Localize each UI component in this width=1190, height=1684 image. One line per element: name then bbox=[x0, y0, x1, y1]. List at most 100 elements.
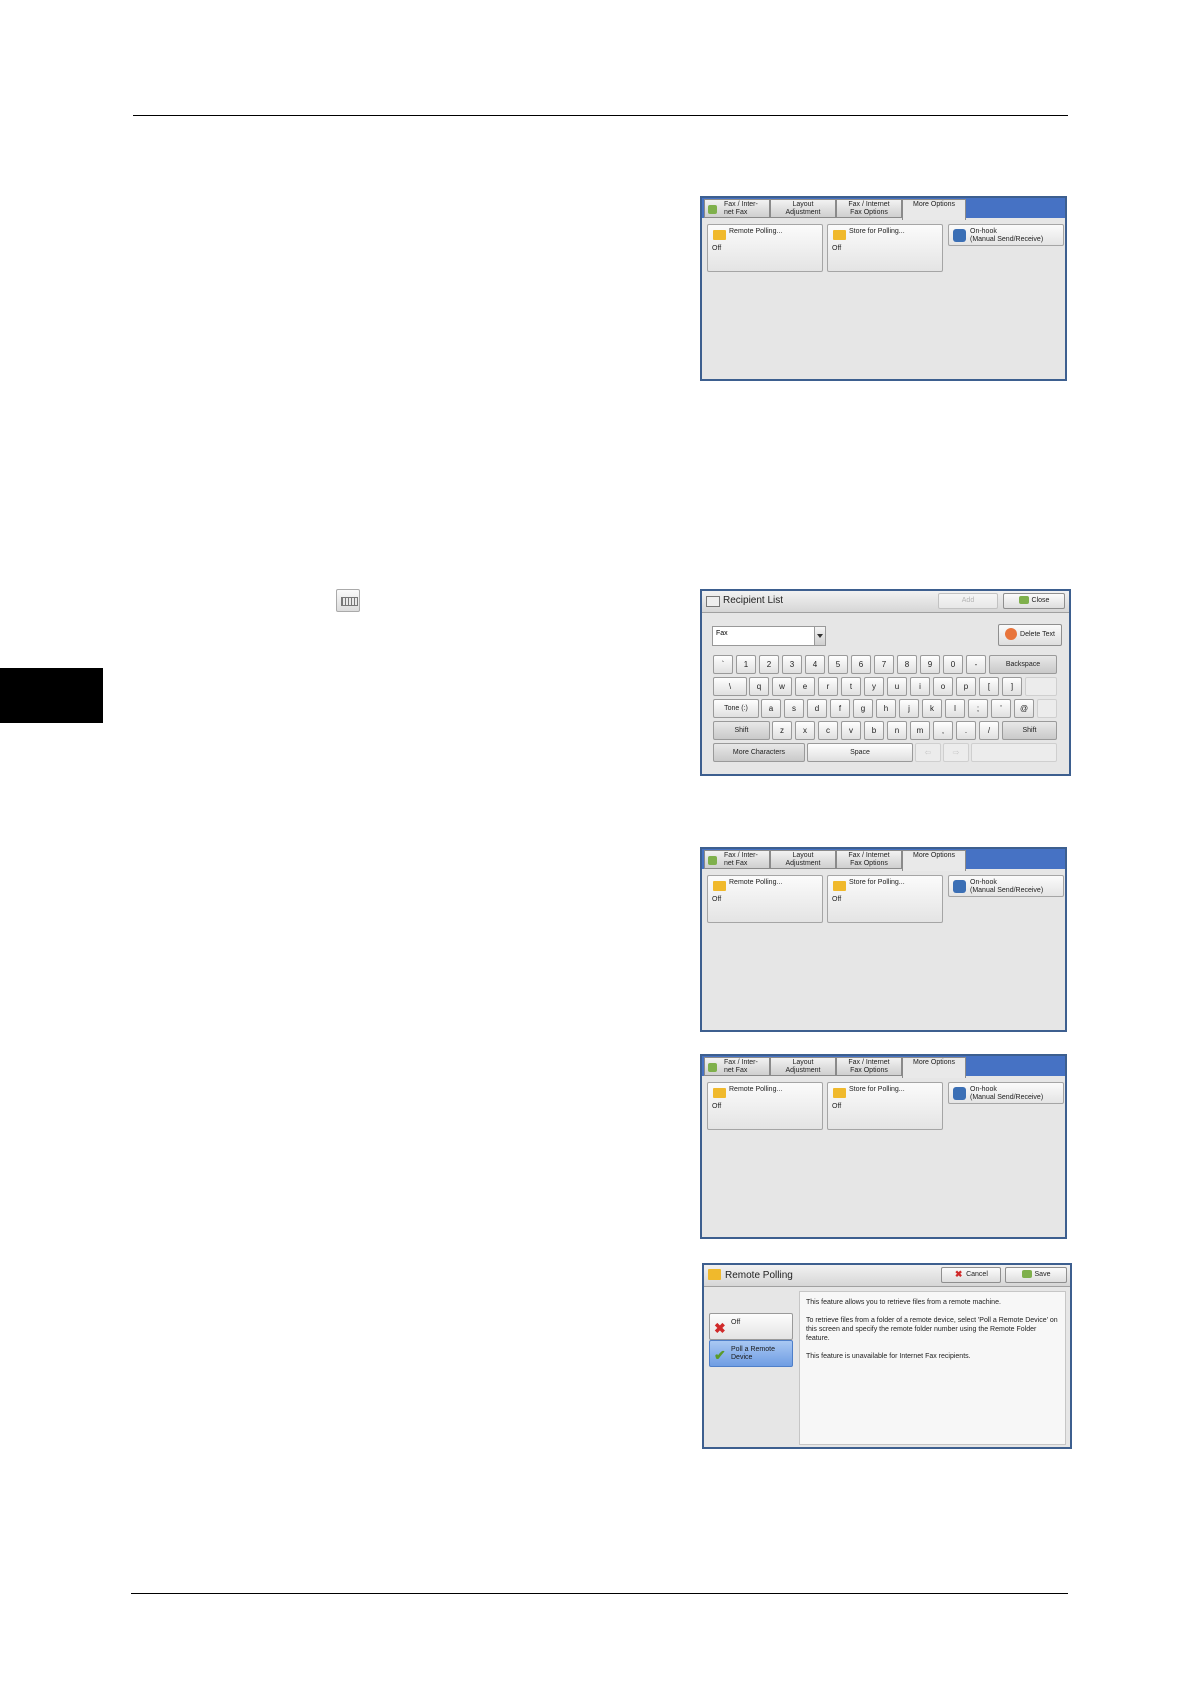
button-label: Remote Polling... bbox=[729, 879, 783, 886]
blank-key bbox=[1025, 677, 1057, 696]
shift-key-right[interactable]: Shift bbox=[1002, 721, 1057, 740]
tab-more-options[interactable]: More Options bbox=[902, 850, 966, 871]
key[interactable]: / bbox=[979, 721, 999, 740]
tab-fax-internet-fax[interactable]: Fax / Inter-net Fax bbox=[704, 850, 770, 869]
key[interactable]: w bbox=[772, 677, 792, 696]
option-off[interactable]: ✖ Off bbox=[709, 1313, 793, 1340]
store-for-polling-button[interactable]: Store for Polling... Off bbox=[827, 875, 943, 923]
key[interactable]: f bbox=[830, 699, 850, 718]
key[interactable]: j bbox=[899, 699, 919, 718]
tab-more-options[interactable]: More Options bbox=[902, 1057, 966, 1078]
key[interactable]: y bbox=[864, 677, 884, 696]
save-button[interactable]: Save bbox=[1005, 1267, 1067, 1283]
key[interactable]: c bbox=[818, 721, 838, 740]
tab-fax-internet-fax-options[interactable]: Fax / Internet Fax Options bbox=[836, 850, 902, 869]
key[interactable]: ' bbox=[991, 699, 1011, 718]
key[interactable]: n bbox=[887, 721, 907, 740]
key[interactable]: ; bbox=[968, 699, 988, 718]
tab-fax-internet-fax-options[interactable]: Fax / Internet Fax Options bbox=[836, 1057, 902, 1076]
on-hook-button[interactable]: On-hook (Manual Send/Receive) bbox=[948, 224, 1064, 246]
key[interactable]: [ bbox=[979, 677, 999, 696]
phone-icon bbox=[953, 229, 966, 242]
key[interactable]: 4 bbox=[805, 655, 825, 674]
arrow-left-icon[interactable]: ⇦ bbox=[915, 743, 941, 762]
backspace-key[interactable]: Backspace bbox=[989, 655, 1057, 674]
key[interactable]: t bbox=[841, 677, 861, 696]
tab-fax-internet-fax-options[interactable]: Fax / Internet Fax Options bbox=[836, 199, 902, 218]
key[interactable]: l bbox=[945, 699, 965, 718]
key[interactable]: 5 bbox=[828, 655, 848, 674]
key[interactable]: h bbox=[876, 699, 896, 718]
button-label: Add bbox=[961, 597, 975, 604]
key[interactable]: m bbox=[910, 721, 930, 740]
on-hook-button[interactable]: On-hook (Manual Send/Receive) bbox=[948, 1082, 1064, 1104]
check-icon bbox=[1021, 1270, 1032, 1279]
button-label: Remote Polling... bbox=[729, 1086, 783, 1093]
shift-key-left[interactable]: Shift bbox=[713, 721, 770, 740]
key[interactable]: z bbox=[772, 721, 792, 740]
key[interactable]: 6 bbox=[851, 655, 871, 674]
key[interactable]: d bbox=[807, 699, 827, 718]
add-button[interactable]: Add bbox=[938, 593, 998, 609]
more-characters-key[interactable]: More Characters bbox=[713, 743, 805, 762]
key[interactable]: e bbox=[795, 677, 815, 696]
key[interactable]: v bbox=[841, 721, 861, 740]
key[interactable]: 7 bbox=[874, 655, 894, 674]
destination-type-select[interactable]: Fax bbox=[712, 626, 826, 646]
key[interactable]: b bbox=[864, 721, 884, 740]
key[interactable]: o bbox=[933, 677, 953, 696]
key[interactable]: i bbox=[910, 677, 930, 696]
tab-layout-adjustment[interactable]: Layout Adjustment bbox=[770, 199, 836, 218]
option-poll-a-remote-device[interactable]: ✔ Poll a Remote Device bbox=[709, 1340, 793, 1367]
store-for-polling-button[interactable]: Store for Polling... Off bbox=[827, 224, 943, 272]
remote-polling-button[interactable]: Remote Polling... Off bbox=[707, 1082, 823, 1130]
key[interactable]: g bbox=[853, 699, 873, 718]
key[interactable]: p bbox=[956, 677, 976, 696]
key[interactable]: ] bbox=[1002, 677, 1022, 696]
tab-fax-internet-fax[interactable]: Fax / Inter-net Fax bbox=[704, 1057, 770, 1076]
key[interactable]: 0 bbox=[943, 655, 963, 674]
fax-more-options-screen-3: Fax / Inter-net Fax Layout Adjustment Fax… bbox=[700, 1054, 1067, 1239]
delete-text-button[interactable]: Delete Text bbox=[998, 624, 1062, 646]
key[interactable]: x bbox=[795, 721, 815, 740]
folder-icon bbox=[708, 1269, 721, 1280]
key[interactable]: u bbox=[887, 677, 907, 696]
key[interactable]: 9 bbox=[920, 655, 940, 674]
key[interactable]: s bbox=[784, 699, 804, 718]
button-label: Save bbox=[1034, 1271, 1051, 1278]
key[interactable]: 8 bbox=[897, 655, 917, 674]
key[interactable]: q bbox=[749, 677, 769, 696]
key[interactable]: @ bbox=[1014, 699, 1034, 718]
key[interactable]: . bbox=[956, 721, 976, 740]
key[interactable]: \ bbox=[713, 677, 747, 696]
tab-label: Layout bbox=[792, 852, 814, 859]
tone-key[interactable]: Tone (:) bbox=[713, 699, 759, 718]
cancel-button[interactable]: ✖ Cancel bbox=[941, 1267, 1001, 1283]
key[interactable]: , bbox=[933, 721, 953, 740]
arrow-right-icon[interactable]: ⇨ bbox=[943, 743, 969, 762]
tab-label: net Fax bbox=[724, 1067, 748, 1074]
on-hook-button[interactable]: On-hook (Manual Send/Receive) bbox=[948, 875, 1064, 897]
key[interactable]: r bbox=[818, 677, 838, 696]
key[interactable]: k bbox=[922, 699, 942, 718]
remote-polling-button[interactable]: Remote Polling... Off bbox=[707, 875, 823, 923]
close-button[interactable]: Close bbox=[1003, 593, 1065, 609]
remote-polling-button[interactable]: Remote Polling... Off bbox=[707, 224, 823, 272]
select-value: Fax bbox=[716, 630, 728, 637]
tab-layout-adjustment[interactable]: Layout Adjustment bbox=[770, 850, 836, 869]
store-for-polling-button[interactable]: Store for Polling... Off bbox=[827, 1082, 943, 1130]
tab-fax-internet-fax[interactable]: Fax / Inter-net Fax bbox=[704, 199, 770, 218]
key[interactable]: 1 bbox=[736, 655, 756, 674]
key[interactable]: a bbox=[761, 699, 781, 718]
key[interactable]: 2 bbox=[759, 655, 779, 674]
key[interactable]: ` bbox=[713, 655, 733, 674]
key[interactable]: 3 bbox=[782, 655, 802, 674]
button-value: Off bbox=[832, 1103, 842, 1110]
keyboard-icon bbox=[336, 589, 360, 612]
chapter-side-tab bbox=[0, 668, 103, 723]
title-bar: Recipient List Add Close bbox=[702, 591, 1069, 613]
key[interactable]: - bbox=[966, 655, 986, 674]
tab-layout-adjustment[interactable]: Layout Adjustment bbox=[770, 1057, 836, 1076]
tab-more-options[interactable]: More Options bbox=[902, 199, 966, 220]
space-key[interactable]: Space bbox=[807, 743, 913, 762]
